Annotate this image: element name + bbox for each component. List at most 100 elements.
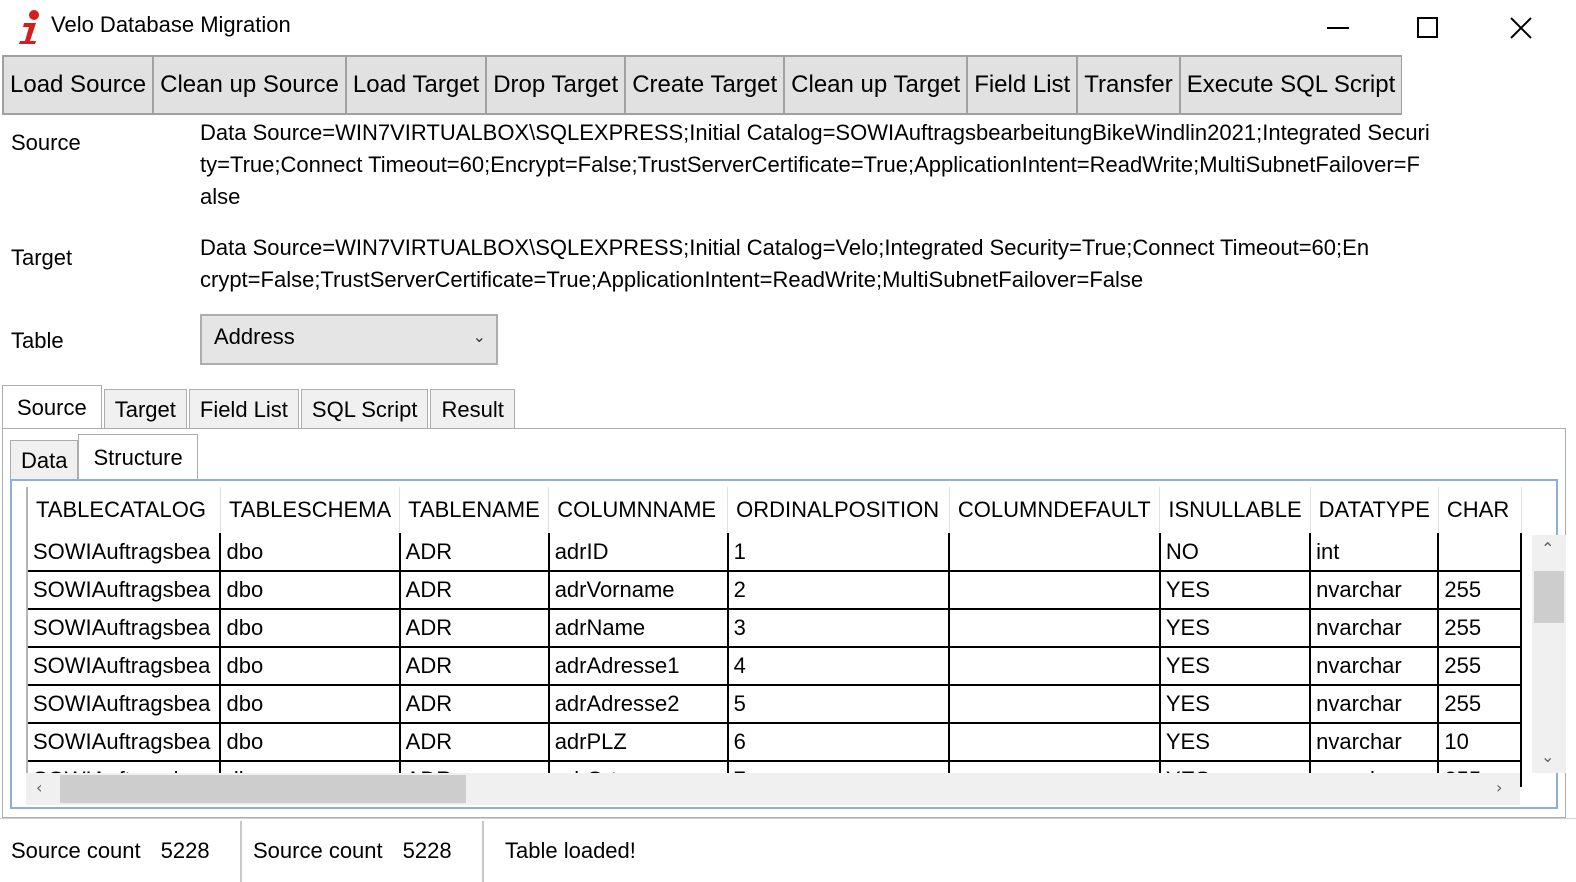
table-cell[interactable]: ADR xyxy=(399,533,550,572)
table-select[interactable]: Address ⌄ xyxy=(200,314,498,365)
structure-grid[interactable]: TABLECATALOG TABLESCHEMA TABLENAME COLUM… xyxy=(26,487,1522,787)
table-row[interactable]: SOWIAuftragsbea dbo ADR adrName 3 YES nvarchar… xyxy=(28,609,1522,648)
tab-target[interactable]: Target xyxy=(103,389,187,429)
column-header[interactable]: ISNULLABLE xyxy=(1159,487,1311,533)
table-cell[interactable]: dbo xyxy=(220,685,401,724)
table-cell[interactable]: adrAdresse2 xyxy=(548,685,729,724)
table-cell[interactable]: ADR xyxy=(399,571,550,610)
clean-up-source-button[interactable]: Clean up Source xyxy=(153,55,346,115)
table-row[interactable]: SOWIAuftragsbea dbo ADR adrID 1 NO int xyxy=(28,533,1522,572)
table-cell[interactable]: SOWIAuftragsbea xyxy=(28,533,222,572)
table-cell[interactable]: 1 xyxy=(727,533,951,572)
table-cell[interactable]: dbo xyxy=(220,723,401,762)
table-cell[interactable]: ADR xyxy=(399,685,550,724)
column-header[interactable]: TABLECATALOG xyxy=(28,487,221,533)
tab-source[interactable]: Source xyxy=(2,385,102,429)
table-cell[interactable]: YES xyxy=(1159,571,1312,610)
column-header[interactable]: TABLESCHEMA xyxy=(220,487,401,533)
table-row[interactable]: SOWIAuftragsbea dbo ADR adrPLZ 6 YES nvarchar 1… xyxy=(28,723,1522,762)
table-cell[interactable]: YES xyxy=(1159,685,1312,724)
minimize-button[interactable] xyxy=(1293,0,1383,55)
table-cell[interactable] xyxy=(949,723,1161,762)
table-cell[interactable]: nvarchar xyxy=(1310,609,1440,648)
table-cell[interactable]: adrID xyxy=(548,533,729,572)
table-cell[interactable] xyxy=(949,609,1161,648)
table-cell[interactable]: NO xyxy=(1159,533,1312,572)
table-cell[interactable]: int xyxy=(1310,533,1440,572)
table-cell[interactable]: YES xyxy=(1159,723,1312,762)
main-tabs: Source Target Field List SQL Script Resu… xyxy=(2,385,517,429)
tab-field-list[interactable]: Field List xyxy=(188,389,299,429)
table-cell[interactable]: 10 xyxy=(1438,723,1522,762)
column-header[interactable]: DATATYPE xyxy=(1310,487,1439,533)
source-label: Source xyxy=(11,130,81,155)
scroll-down-icon[interactable]: ⌄ xyxy=(1541,747,1554,766)
table-row[interactable]: SOWIAuftragsbea dbo ADR adrAdresse1 4 YES nvar… xyxy=(28,647,1522,686)
transfer-button[interactable]: Transfer xyxy=(1077,55,1180,115)
table-cell[interactable] xyxy=(949,647,1161,686)
load-target-button[interactable]: Load Target xyxy=(345,55,487,115)
table-cell[interactable]: 255 xyxy=(1438,647,1522,686)
table-cell[interactable] xyxy=(949,685,1161,724)
table-cell[interactable]: ADR xyxy=(399,609,550,648)
vertical-scrollbar[interactable]: ⌃ ⌄ xyxy=(1532,535,1566,773)
drop-target-button[interactable]: Drop Target xyxy=(486,55,626,115)
table-cell[interactable]: SOWIAuftragsbea xyxy=(28,571,222,610)
table-row[interactable]: SOWIAuftragsbea dbo ADR adrAdresse2 5 YES nvar… xyxy=(28,685,1522,724)
column-header[interactable]: CHAR xyxy=(1438,487,1522,533)
column-header[interactable]: COLUMNNAME xyxy=(548,487,729,533)
table-cell[interactable]: SOWIAuftragsbea xyxy=(28,723,222,762)
field-list-button[interactable]: Field List xyxy=(967,55,1078,115)
table-cell[interactable]: SOWIAuftragsbea xyxy=(28,609,222,648)
scroll-up-icon[interactable]: ⌃ xyxy=(1541,539,1554,558)
tab-structure[interactable]: Structure xyxy=(78,434,198,480)
table-cell[interactable]: 2 xyxy=(727,571,951,610)
maximize-button[interactable] xyxy=(1383,0,1473,55)
table-cell[interactable]: SOWIAuftragsbea xyxy=(28,647,222,686)
tab-data[interactable]: Data xyxy=(10,440,79,480)
close-button[interactable] xyxy=(1476,0,1566,55)
clean-up-target-button[interactable]: Clean up Target xyxy=(784,55,968,115)
scroll-left-icon[interactable]: ‹ xyxy=(36,778,42,797)
column-header[interactable]: TABLENAME xyxy=(399,487,550,533)
table-row[interactable]: SOWIAuftragsbea dbo ADR adrVorname 2 YES nvarc… xyxy=(28,571,1522,610)
column-header[interactable]: COLUMNDEFAULT xyxy=(949,487,1161,533)
load-source-button[interactable]: Load Source xyxy=(2,55,154,115)
table-cell[interactable]: YES xyxy=(1159,609,1312,648)
table-cell[interactable]: SOWIAuftragsbea xyxy=(28,685,222,724)
table-cell[interactable] xyxy=(949,533,1161,572)
table-cell[interactable]: dbo xyxy=(220,533,401,572)
table-cell[interactable]: 255 xyxy=(1438,571,1522,610)
table-cell[interactable] xyxy=(1438,533,1522,572)
vertical-scroll-thumb[interactable] xyxy=(1534,571,1564,623)
table-cell[interactable]: nvarchar xyxy=(1310,647,1440,686)
table-cell[interactable]: adrAdresse1 xyxy=(548,647,729,686)
scroll-right-icon[interactable]: › xyxy=(1496,778,1502,797)
table-cell[interactable]: nvarchar xyxy=(1310,685,1440,724)
table-cell[interactable]: dbo xyxy=(220,609,401,648)
table-cell[interactable]: nvarchar xyxy=(1310,723,1440,762)
table-cell[interactable]: dbo xyxy=(220,571,401,610)
tab-result[interactable]: Result xyxy=(430,389,515,429)
table-cell[interactable]: YES xyxy=(1159,647,1312,686)
table-cell[interactable]: ADR xyxy=(399,647,550,686)
table-cell[interactable]: adrName xyxy=(548,609,729,648)
execute-sql-script-button[interactable]: Execute SQL Script xyxy=(1179,55,1403,115)
table-cell[interactable]: nvarchar xyxy=(1310,571,1440,610)
table-cell[interactable]: 5 xyxy=(727,685,951,724)
table-cell[interactable]: 6 xyxy=(727,723,951,762)
horizontal-scrollbar[interactable]: ‹ › xyxy=(26,773,1520,805)
table-cell[interactable]: 255 xyxy=(1438,685,1522,724)
table-cell[interactable]: 4 xyxy=(727,647,951,686)
table-cell[interactable]: adrPLZ xyxy=(548,723,729,762)
table-cell[interactable]: 3 xyxy=(727,609,951,648)
column-header[interactable]: ORDINALPOSITION xyxy=(727,487,950,533)
horizontal-scroll-thumb[interactable] xyxy=(60,775,466,803)
table-cell[interactable] xyxy=(949,571,1161,610)
table-cell[interactable]: dbo xyxy=(220,647,401,686)
tab-sql-script[interactable]: SQL Script xyxy=(300,389,429,429)
create-target-button[interactable]: Create Target xyxy=(625,55,785,115)
table-cell[interactable]: 255 xyxy=(1438,609,1522,648)
table-cell[interactable]: ADR xyxy=(399,723,550,762)
table-cell[interactable]: adrVorname xyxy=(548,571,729,610)
